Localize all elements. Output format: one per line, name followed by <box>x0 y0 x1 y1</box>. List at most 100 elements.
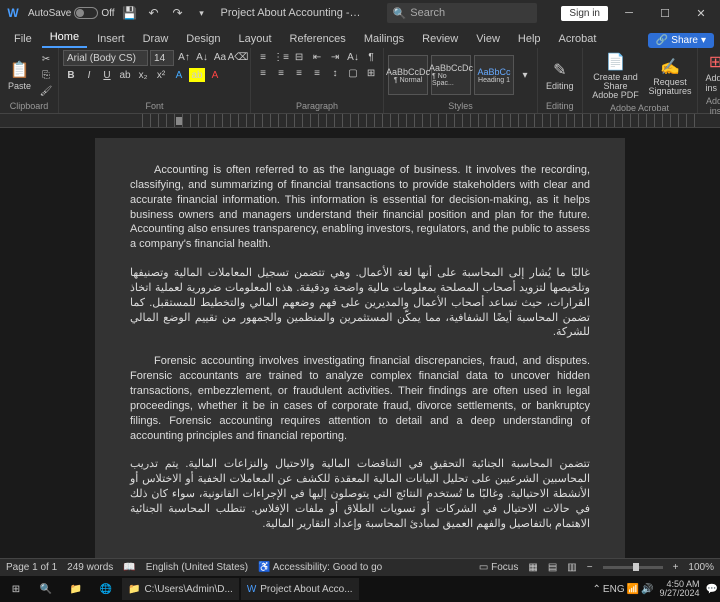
search-input[interactable]: 🔍 Search <box>387 3 537 23</box>
subscript-icon[interactable]: x₂ <box>135 68 151 82</box>
document-area[interactable]: Accounting is often referred to as the l… <box>0 128 720 558</box>
close-icon[interactable]: ✕ <box>686 3 716 23</box>
format-painter-icon[interactable]: 🖌 <box>38 84 54 98</box>
tab-mailings[interactable]: Mailings <box>356 30 412 48</box>
file-explorer-icon[interactable]: 📁 <box>62 578 90 600</box>
tab-help[interactable]: Help <box>510 30 549 48</box>
taskbar-search-icon[interactable]: 🔍 <box>32 578 60 600</box>
request-sig-label: Request Signatures <box>649 78 692 96</box>
dropdown-icon[interactable]: ▾ <box>193 4 211 22</box>
copy-icon[interactable]: ⎘ <box>38 68 54 82</box>
volume-icon[interactable]: 🔊 <box>641 584 653 595</box>
maximize-icon[interactable]: ☐ <box>650 3 680 23</box>
increase-indent-icon[interactable]: ⇥ <box>327 50 343 64</box>
shading-icon[interactable]: ▢ <box>345 66 361 80</box>
share-button[interactable]: 🔗 Share ▾ <box>648 33 714 48</box>
strikethrough-icon[interactable]: ab <box>117 68 133 82</box>
line-spacing-icon[interactable]: ↕ <box>327 66 343 80</box>
create-pdf-button[interactable]: 📄 Create and Share Adobe PDF <box>587 50 645 102</box>
zoom-slider[interactable] <box>603 566 663 569</box>
italic-icon[interactable]: I <box>81 68 97 82</box>
show-marks-icon[interactable]: ¶ <box>363 50 379 64</box>
tab-review[interactable]: Review <box>414 30 466 48</box>
ruler[interactable] <box>0 114 720 128</box>
borders-icon[interactable]: ⊞ <box>363 66 379 80</box>
minimize-icon[interactable]: ─ <box>614 3 644 23</box>
taskbar-word-item[interactable]: W Project About Acco... <box>241 578 359 600</box>
ruler-indent-marker[interactable] <box>176 117 182 125</box>
font-size-select[interactable]: 14 <box>150 50 174 66</box>
editing-button[interactable]: ✎ Editing <box>542 58 578 93</box>
read-mode-icon[interactable]: ▦ <box>528 562 537 573</box>
accessibility-status[interactable]: ♿ Accessibility: Good to go <box>258 562 382 573</box>
spellcheck-icon[interactable]: 📖 <box>123 562 135 573</box>
chrome-icon[interactable]: 🌐 <box>92 578 120 600</box>
decrease-indent-icon[interactable]: ⇤ <box>309 50 325 64</box>
bold-icon[interactable]: B <box>63 68 79 82</box>
wifi-icon[interactable]: 📶 <box>627 584 639 595</box>
signin-button[interactable]: Sign in <box>561 6 608 21</box>
notifications-icon[interactable]: 💬 <box>706 584 718 595</box>
paragraph-2[interactable]: غالبًا ما يُشار إلى المحاسبة على أنها لغ… <box>130 266 590 340</box>
underline-icon[interactable]: U <box>99 68 115 82</box>
request-sig-button[interactable]: ✍ Request Signatures <box>648 55 693 98</box>
paragraph-1[interactable]: Accounting is often referred to as the l… <box>130 163 590 252</box>
tab-home[interactable]: Home <box>42 28 87 48</box>
tab-view[interactable]: View <box>468 30 508 48</box>
start-button[interactable]: ⊞ <box>2 578 30 600</box>
tab-design[interactable]: Design <box>178 30 228 48</box>
word-count[interactable]: 249 words <box>67 562 113 573</box>
tab-file[interactable]: File <box>6 30 40 48</box>
styles-more-icon[interactable]: ▾ <box>517 68 533 82</box>
paragraph-3[interactable]: Forensic accounting involves investigati… <box>130 354 590 443</box>
undo-icon[interactable]: ↶ <box>145 4 163 22</box>
text-effects-icon[interactable]: A <box>171 68 187 82</box>
focus-mode[interactable]: ▭ Focus <box>479 562 518 573</box>
paste-button[interactable]: 📋 Paste <box>4 58 35 93</box>
paragraph-4[interactable]: تتضمن المحاسبة الجنائية التحقيق في التنا… <box>130 457 590 531</box>
tab-draw[interactable]: Draw <box>135 30 177 48</box>
taskbar-lang[interactable]: ENG <box>603 584 625 595</box>
numbering-icon[interactable]: ⋮≡ <box>273 50 289 64</box>
font-name-select[interactable]: Arial (Body CS) <box>63 50 148 66</box>
print-layout-icon[interactable]: ▤ <box>548 562 557 573</box>
style-preview: AaBbCc <box>478 67 511 77</box>
decrease-font-icon[interactable]: A↓ <box>194 50 210 64</box>
clear-format-icon[interactable]: A⌫ <box>230 50 246 64</box>
web-layout-icon[interactable]: ▥ <box>567 562 576 573</box>
tab-layout[interactable]: Layout <box>231 30 280 48</box>
tab-insert[interactable]: Insert <box>89 30 133 48</box>
sort-icon[interactable]: A↓ <box>345 50 361 64</box>
highlight-icon[interactable]: ab <box>189 68 205 82</box>
align-center-icon[interactable]: ≡ <box>273 66 289 80</box>
page-count[interactable]: Page 1 of 1 <box>6 562 57 573</box>
multilevel-icon[interactable]: ⊟ <box>291 50 307 64</box>
bullets-icon[interactable]: ≡ <box>255 50 271 64</box>
style-normal[interactable]: AaBbCcDc ¶ Normal <box>388 55 428 95</box>
align-right-icon[interactable]: ≡ <box>291 66 307 80</box>
justify-icon[interactable]: ≡ <box>309 66 325 80</box>
tab-acrobat[interactable]: Acrobat <box>551 30 605 48</box>
tab-references[interactable]: References <box>282 30 354 48</box>
taskbar-doc: Project About Acco... <box>260 584 352 595</box>
style-heading1[interactable]: AaBbCc Heading 1 <box>474 55 514 95</box>
style-nospacing[interactable]: AaBbCcDc ¶ No Spac... <box>431 55 471 95</box>
zoom-out-icon[interactable]: − <box>587 562 593 573</box>
zoom-level[interactable]: 100% <box>688 562 714 573</box>
redo-icon[interactable]: ↷ <box>169 4 187 22</box>
autosave-toggle[interactable]: AutoSave Off <box>28 7 115 19</box>
autosave-state: Off <box>101 8 114 19</box>
superscript-icon[interactable]: x² <box>153 68 169 82</box>
language-status[interactable]: English (United States) <box>146 562 248 573</box>
font-color-icon[interactable]: A <box>207 68 223 82</box>
change-case-icon[interactable]: Aa <box>212 50 228 64</box>
addins-button[interactable]: ⊞ Add-ins <box>702 50 720 95</box>
tray-chevron-icon[interactable]: ⌃ <box>593 584 601 595</box>
taskbar-clock[interactable]: 4:50 AM 9/27/2024 <box>656 580 704 598</box>
align-left-icon[interactable]: ≡ <box>255 66 271 80</box>
save-icon[interactable]: 💾 <box>121 4 139 22</box>
increase-font-icon[interactable]: A↑ <box>176 50 192 64</box>
cut-icon[interactable]: ✂ <box>38 52 54 66</box>
taskbar-explorer-item[interactable]: 📁 C:\Users\Admin\D... <box>122 578 239 600</box>
zoom-in-icon[interactable]: + <box>673 562 679 573</box>
